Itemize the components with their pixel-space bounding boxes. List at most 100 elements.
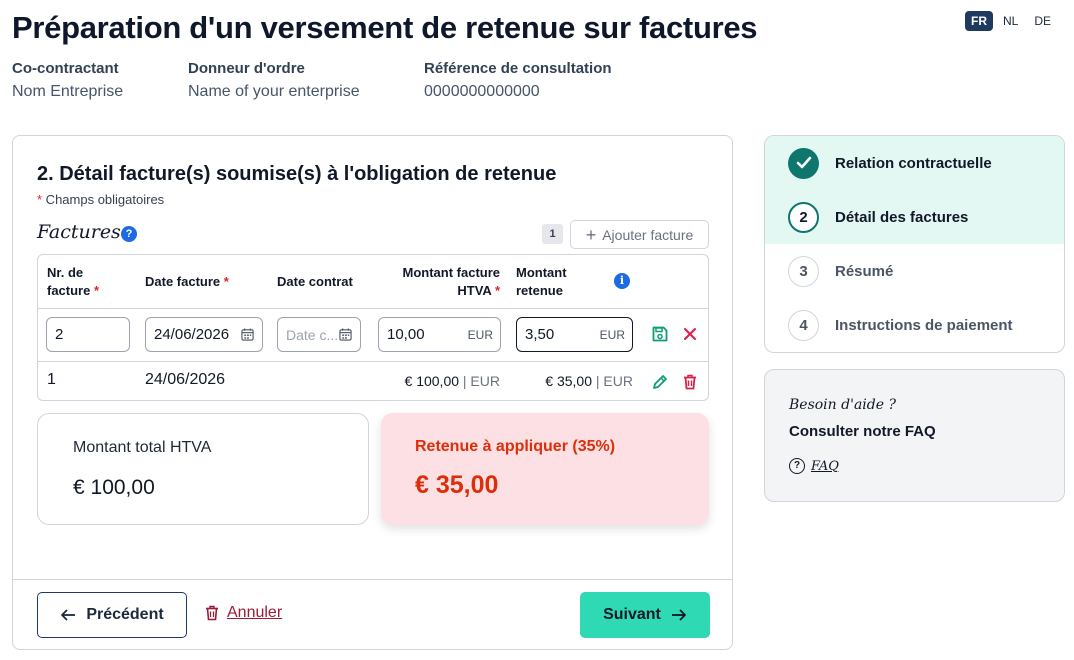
row-retenue-unit: | EUR — [592, 373, 633, 389]
header-retenue-line2: retenue — [516, 283, 563, 298]
required-star: * — [494, 283, 500, 298]
contract-date-input[interactable]: Date c... — [277, 317, 361, 352]
header-retenue: Montant retenue — [516, 264, 567, 300]
step-label: Résumé — [835, 262, 894, 280]
reference-label: Référence de consultation — [424, 60, 612, 77]
previous-label: Précédent — [86, 606, 164, 623]
edit-pencil-icon[interactable] — [651, 373, 669, 391]
total-htva-box: Montant total HTVA € 100,00 — [37, 413, 369, 525]
trash-icon[interactable] — [681, 373, 699, 391]
cocontractant-value: Nom Entreprise — [12, 83, 124, 100]
close-icon[interactable] — [681, 325, 699, 343]
required-text: Champs obligatoires — [42, 192, 165, 207]
next-label: Suivant — [603, 606, 661, 623]
calendar-icon[interactable] — [241, 328, 254, 341]
invoice-count-badge: 1 — [542, 224, 563, 244]
invoices-label: Factures — [37, 221, 121, 243]
header-date: Date facture * — [145, 273, 229, 291]
row-nr: 1 — [47, 371, 56, 388]
step-detail[interactable]: 2 Détail des factures — [765, 190, 1064, 244]
contract-date-placeholder: Date c... — [286, 326, 339, 343]
meta-cocontractant: Co-contractant Nom Entreprise — [12, 60, 123, 101]
row-date: 24/06/2026 — [145, 371, 226, 388]
step-label: Instructions de paiement — [835, 316, 1013, 334]
step-resume[interactable]: 3 Résumé — [765, 244, 1064, 298]
retenue-box: Retenue à appliquer (35%) € 35,00 — [381, 413, 709, 525]
required-star: * — [93, 283, 100, 298]
cancel-label: Annuler — [227, 604, 283, 621]
step-label: Relation contractuelle — [835, 154, 992, 172]
lang-nl-button[interactable]: NL — [997, 11, 1024, 31]
faq-link-label: FAQ — [811, 458, 839, 474]
step-label: Détail des factures — [835, 208, 969, 226]
save-icon[interactable] — [651, 325, 669, 343]
header-amount-line1: Montant facture — [402, 265, 501, 280]
header-retenue-line1: Montant — [516, 265, 567, 280]
question-circle-icon: ? — [789, 458, 805, 474]
next-button[interactable]: Suivant — [580, 592, 710, 638]
add-invoice-button[interactable]: + Ajouter facture — [570, 220, 709, 249]
arrow-left-icon — [61, 609, 76, 621]
meta-reference: Référence de consultation 0000000000000 — [424, 60, 612, 101]
step-number: 2 — [788, 201, 819, 233]
retenue-unit: EUR — [599, 327, 625, 342]
row-amount-unit: | EUR — [459, 373, 500, 389]
cocontractant-label: Co-contractant — [12, 60, 119, 77]
header-nr-line1: Nr. de — [47, 265, 84, 280]
invoices-table: Nr. de facture * Date facture * Date con… — [37, 254, 709, 401]
invoice-detail-card: 2. Détail facture(s) soumise(s) à l'obli… — [12, 135, 733, 650]
invoice-nr-input[interactable]: 2 — [46, 317, 130, 352]
lang-de-button[interactable]: DE — [1028, 11, 1057, 31]
header-amount: Montant facture HTVA * — [378, 264, 501, 300]
step-relation[interactable]: Relation contractuelle — [765, 136, 1064, 190]
required-star: * — [223, 274, 229, 289]
help-panel: Besoin d'aide ? Consulter notre FAQ ? FA… — [764, 369, 1065, 502]
previous-button[interactable]: Précédent — [37, 592, 187, 638]
help-title: Besoin d'aide ? — [789, 397, 896, 413]
lang-fr-button[interactable]: FR — [965, 11, 993, 31]
page-title: Préparation d'un versement de retenue su… — [12, 10, 758, 45]
retenue-value-total: € 35,00 — [415, 471, 499, 499]
invoice-date-input[interactable]: 24/06/2026 — [145, 317, 263, 352]
row-amount: € 100,00 | EUR — [378, 373, 500, 389]
header-contract: Date contrat — [277, 274, 353, 289]
meta-donneur: Donneur d'ordre Name of your enterprise — [188, 60, 360, 101]
header-divider — [38, 308, 708, 309]
footer-divider — [13, 579, 732, 580]
info-icon[interactable]: i — [614, 273, 630, 289]
faq-link[interactable]: ? FAQ — [789, 458, 839, 474]
amount-unit: EUR — [467, 327, 493, 342]
amount-value: 10,00 — [387, 326, 425, 343]
row-retenue: € 35,00 | EUR — [516, 373, 633, 389]
retenue-label: Retenue à appliquer (35%) — [415, 438, 616, 455]
calendar-icon[interactable] — [339, 328, 352, 341]
row-amount-value: € 100,00 — [404, 373, 460, 389]
help-subtitle: Consulter notre FAQ — [789, 423, 936, 440]
add-invoice-label: Ajouter facture — [602, 226, 694, 243]
steps-panel: Relation contractuelle 2 Détail des fact… — [764, 135, 1065, 353]
retenue-value: 3,50 — [525, 326, 555, 343]
section-title: 2. Détail facture(s) soumise(s) à l'obli… — [37, 163, 557, 185]
amount-input[interactable]: 10,00 EUR — [378, 317, 501, 352]
header-amount-line2: HTVA — [457, 283, 492, 298]
step-instructions[interactable]: 4 Instructions de paiement — [765, 298, 1064, 352]
retenue-input[interactable]: 3,50 EUR — [516, 317, 633, 352]
step-number: 4 — [788, 309, 819, 341]
arrow-right-icon — [671, 609, 686, 621]
required-fields-note: * Champs obligatoires — [37, 192, 164, 207]
reference-value: 0000000000000 — [424, 83, 540, 100]
trash-icon — [206, 605, 218, 621]
header-nr-line2: facture — [47, 283, 91, 298]
help-question-icon[interactable]: ? — [121, 226, 137, 242]
header-nr: Nr. de facture * — [47, 264, 99, 300]
donneur-label: Donneur d'ordre — [188, 60, 305, 77]
row-divider — [38, 361, 708, 362]
plus-icon: + — [585, 224, 597, 245]
cancel-button[interactable]: Annuler — [205, 604, 282, 622]
invoice-nr-value: 2 — [55, 326, 64, 343]
row-retenue-value: € 35,00 — [545, 373, 593, 389]
header-date-label: Date facture — [145, 274, 221, 289]
language-switcher: FR NL DE — [965, 11, 1057, 31]
step-number: 3 — [788, 255, 819, 287]
invoice-date-value: 24/06/2026 — [154, 326, 230, 343]
